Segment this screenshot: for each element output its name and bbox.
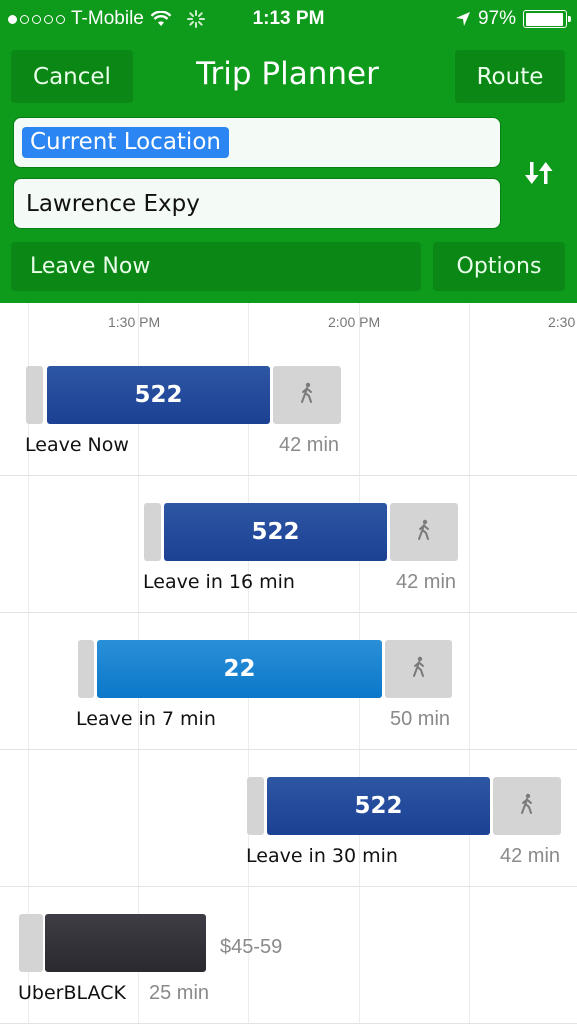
- location-arrow-icon: [455, 12, 470, 26]
- row-divider: [0, 612, 577, 613]
- origin-value: Current Location: [22, 127, 229, 158]
- walking-icon: [411, 656, 427, 682]
- leave-time-button[interactable]: Leave Now: [11, 242, 421, 291]
- wait-segment: [19, 914, 43, 972]
- battery-icon: [523, 10, 571, 28]
- route-button[interactable]: Route: [455, 50, 565, 103]
- uber-duration: 25 min: [149, 982, 210, 1004]
- header: T-Mobile 1:13 PM 97% Cancel Trip Planner…: [0, 0, 577, 303]
- walk-segment: [273, 366, 341, 424]
- trip-departure-label: Leave in 7 min: [76, 708, 216, 730]
- wait-segment: [78, 640, 94, 698]
- uber-price: $45-59: [220, 936, 283, 958]
- walking-icon: [299, 382, 315, 408]
- trip-departure-label: Leave in 30 min: [246, 845, 398, 867]
- trip-timeline: 1:30 PM 2:00 PM 2:30 522 Leave Now 42 mi…: [0, 303, 577, 1024]
- trip-duration: 42 min: [500, 845, 561, 867]
- uber-ride-segment: [45, 914, 206, 972]
- trip-duration: 50 min: [390, 708, 451, 730]
- bus-segment: 522: [47, 366, 270, 424]
- walking-icon: [519, 793, 535, 819]
- trip-duration: 42 min: [279, 434, 340, 456]
- walking-icon: [416, 519, 432, 545]
- wait-segment: [247, 777, 264, 835]
- origin-field[interactable]: Current Location: [13, 117, 501, 168]
- wait-segment: [144, 503, 161, 561]
- grid-line: [469, 303, 470, 1024]
- route-number: 522: [251, 519, 300, 545]
- wait-segment: [26, 366, 43, 424]
- row-divider: [0, 749, 577, 750]
- destination-value: Lawrence Expy: [26, 190, 200, 217]
- walk-segment: [390, 503, 458, 561]
- bus-segment: 522: [164, 503, 387, 561]
- battery-percent: 97%: [477, 8, 516, 29]
- cancel-button[interactable]: Cancel: [11, 50, 133, 103]
- route-number: 22: [223, 656, 256, 682]
- trip-duration: 42 min: [396, 571, 457, 593]
- walk-segment: [493, 777, 561, 835]
- bus-segment: 522: [267, 777, 490, 835]
- swap-arrows-icon[interactable]: [522, 156, 558, 190]
- walk-segment: [385, 640, 452, 698]
- time-tick: 1:30 PM: [108, 314, 161, 330]
- route-number: 522: [134, 382, 183, 408]
- row-divider: [0, 475, 577, 476]
- row-divider: [0, 886, 577, 887]
- bus-segment: 22: [97, 640, 382, 698]
- status-bar: T-Mobile 1:13 PM 97%: [0, 0, 577, 38]
- uber-service-label: UberBLACK: [18, 982, 126, 1004]
- trip-departure-label: Leave in 16 min: [143, 571, 295, 593]
- destination-field[interactable]: Lawrence Expy: [13, 178, 501, 229]
- route-number: 522: [354, 793, 403, 819]
- page-title: Trip Planner: [196, 56, 379, 92]
- options-button[interactable]: Options: [433, 242, 565, 291]
- trip-departure-label: Leave Now: [25, 434, 129, 456]
- time-tick: 2:30: [548, 314, 576, 330]
- time-tick: 2:00 PM: [328, 314, 381, 330]
